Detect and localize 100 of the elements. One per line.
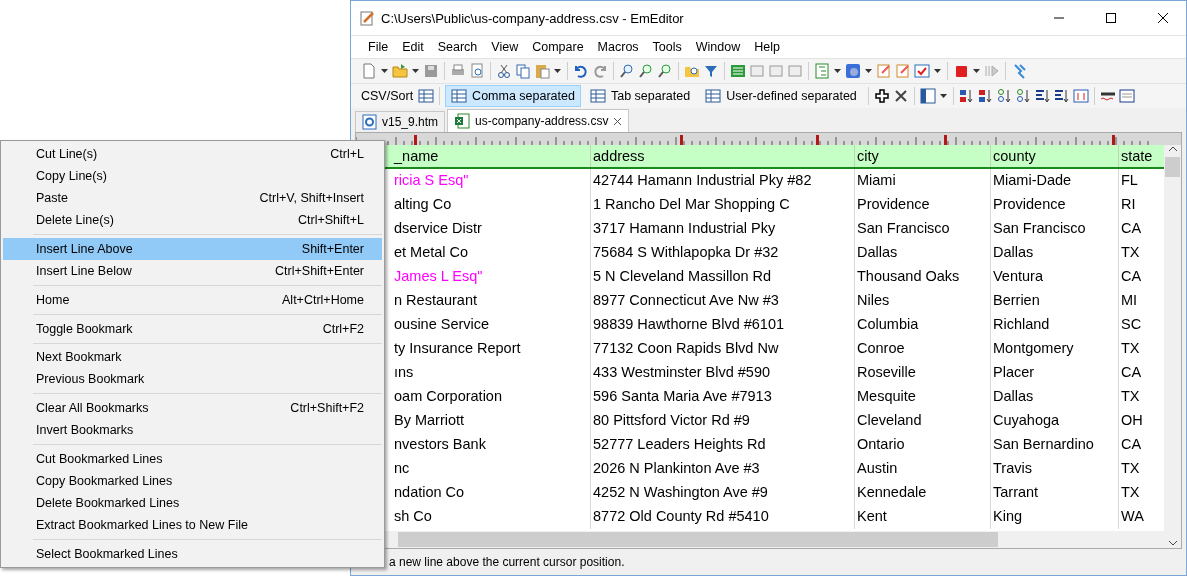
table-cell: Ontario	[855, 433, 991, 457]
menu-item[interactable]: Window	[688, 38, 748, 56]
menu-item[interactable]: Help	[747, 38, 787, 56]
copy-icon[interactable]	[515, 63, 531, 79]
menu-item[interactable]: Search	[430, 38, 485, 56]
caret-icon[interactable]	[380, 66, 389, 76]
sort-descending-icon[interactable]	[977, 88, 994, 104]
table-icon[interactable]	[418, 88, 435, 104]
file-tab[interactable]: us-company-address.csv	[447, 109, 630, 132]
toolbar-label: CSV/Sort	[361, 89, 414, 103]
lines-icon[interactable]	[730, 63, 746, 79]
scroll-down-icon[interactable]	[1167, 538, 1178, 548]
close-icon	[1158, 13, 1168, 23]
table-cell: Berrien	[991, 289, 1119, 313]
notepad-icon	[359, 10, 375, 26]
menu-item[interactable]: Macros	[590, 38, 646, 56]
table-cell: 98839 Hawthorne Blvd #6101	[591, 313, 855, 337]
table-cell: Roseville	[855, 361, 991, 385]
table-cell: Richland	[991, 313, 1119, 337]
table-cell: Niles	[855, 289, 991, 313]
table-cell: Placer	[991, 361, 1119, 385]
table-cell: Dallas	[991, 385, 1119, 409]
caret-icon[interactable]	[411, 66, 420, 76]
table-cell: Tarrant	[991, 481, 1119, 505]
status-text: a new line above the current cursor position.	[389, 555, 625, 569]
separator-mode-button[interactable]: Comma separated	[445, 85, 581, 107]
plus-icon[interactable]	[873, 88, 890, 104]
caret-icon[interactable]	[833, 66, 842, 76]
caret-icon[interactable]	[553, 66, 562, 76]
table-cell: Miami	[855, 169, 991, 193]
table-cell: 80 Pittsford Victor Rd #9	[591, 409, 855, 433]
close-icon[interactable]	[613, 116, 623, 126]
scrollbar-thumb[interactable]	[1165, 157, 1180, 177]
table-cell: Columbia	[855, 313, 991, 337]
web-page-icon	[362, 114, 377, 130]
table-cell: 8772 Old County Rd #5410	[591, 505, 855, 529]
numeric-sort-icon[interactable]	[1015, 88, 1032, 104]
context-menu-item[interactable]: Select Bookmarked Lines	[3, 543, 382, 565]
context-menu-item[interactable]: Insert Line Above Shift+Enter	[3, 237, 382, 260]
table-cell: 42744 Hamann Industrial Pky #82	[591, 169, 855, 193]
table-cell: 433 Westminster Blvd #590	[591, 361, 855, 385]
checklist-icon[interactable]	[914, 63, 930, 79]
funnel-icon[interactable]	[703, 63, 719, 79]
clipboard-icon[interactable]	[534, 63, 550, 79]
separator-mode-button[interactable]: User-defined separated	[699, 85, 863, 107]
file-tab[interactable]: v15_9.htm	[355, 111, 446, 132]
table-cell: Austin	[855, 457, 991, 481]
table-icon[interactable]	[451, 88, 468, 104]
table-cell: San Francisco	[991, 217, 1119, 241]
menu-item[interactable]: View	[484, 38, 526, 56]
length-sort-icon[interactable]	[1053, 88, 1070, 104]
menu-item[interactable]: Compare	[525, 38, 591, 56]
edit-document-icon[interactable]	[895, 63, 911, 79]
table-cell: Travis	[991, 457, 1119, 481]
table-icon[interactable]	[705, 88, 722, 104]
caret-icon[interactable]	[864, 66, 873, 76]
table-cell: Ventura	[991, 265, 1119, 289]
window-title: C:\Users\Public\us-company-address.csv - EmEditor	[381, 10, 685, 26]
spreadsheet-icon	[454, 113, 471, 129]
table-cell: 8977 Connecticut Ave Nw #3	[591, 289, 855, 313]
menu-item[interactable]: File	[361, 38, 396, 56]
vertical-scrollbar[interactable]	[1164, 145, 1181, 548]
search-next-icon[interactable]	[638, 63, 654, 79]
stop-icon[interactable]	[953, 63, 969, 79]
table-cell: 5 N Cleveland Massillon Rd	[591, 265, 855, 289]
search-icon[interactable]	[619, 63, 635, 79]
table-cell: 2026 N Plankinton Ave #3	[591, 457, 855, 481]
table-cell: Mesquite	[855, 385, 991, 409]
scissors-icon[interactable]	[496, 63, 512, 79]
caret-icon[interactable]	[972, 66, 981, 76]
caret-icon[interactable]	[933, 66, 942, 76]
table-cell: 3717 Hamann Industrial Pky	[591, 217, 855, 241]
search-next-icon[interactable]	[657, 63, 673, 79]
table-cell: Cuyahoga	[991, 409, 1119, 433]
column-header[interactable]: city	[855, 145, 991, 167]
table-icon[interactable]	[589, 88, 606, 104]
numeric-sort-icon[interactable]	[996, 88, 1013, 104]
table-cell: 75684 S Withlapopka Dr #32	[591, 241, 855, 265]
table-cell: Cleveland	[855, 409, 991, 433]
table-cell: Kennedale	[855, 481, 991, 505]
redo-icon[interactable]	[592, 63, 608, 79]
menu-item[interactable]: Tools	[645, 38, 689, 56]
sort-ascending-icon[interactable]	[958, 88, 975, 104]
table-cell: 596 Santa Maria Ave #7913	[591, 385, 855, 409]
page-preview-icon[interactable]	[469, 63, 485, 79]
scrollbar-thumb[interactable]	[398, 532, 998, 547]
table-cell: Miami-Dade	[991, 169, 1119, 193]
table-cell: King	[991, 505, 1119, 529]
table-cell: Providence	[855, 193, 991, 217]
separator-mode-button[interactable]: Tab separated	[583, 85, 697, 107]
column-header[interactable]: address	[591, 145, 855, 167]
menu-item[interactable]: Edit	[395, 38, 431, 56]
table-cell: Kent	[855, 505, 991, 529]
caret-icon[interactable]	[938, 91, 948, 101]
columns-icon[interactable]	[919, 88, 936, 104]
table-cell: Dallas	[991, 241, 1119, 265]
undo-icon[interactable]	[573, 63, 589, 79]
table-cell: 77132 Coon Rapids Blvd Nw	[591, 337, 855, 361]
length-sort-icon[interactable]	[1034, 88, 1051, 104]
column-header[interactable]: county	[991, 145, 1119, 167]
